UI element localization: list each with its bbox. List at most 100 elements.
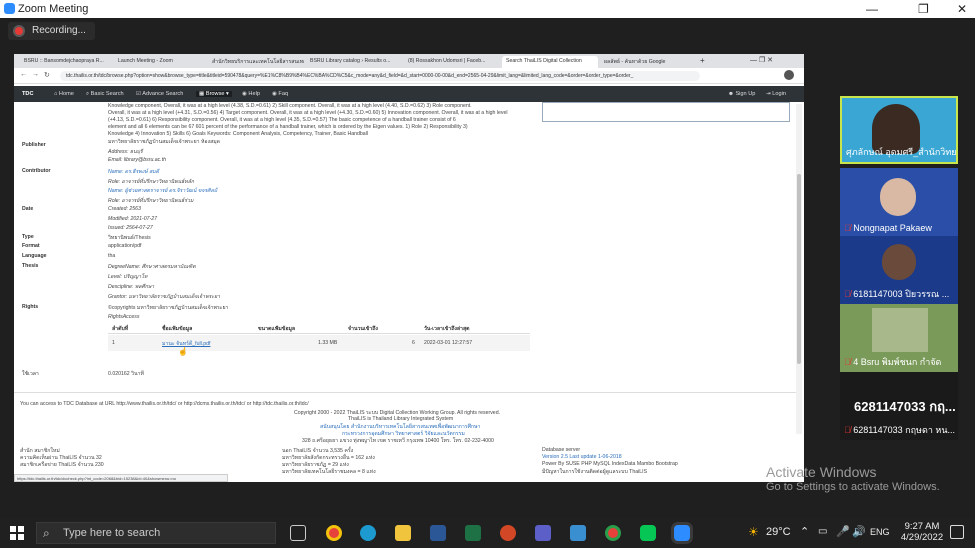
server-contact[interactable]: มีปัญหาในการใช้งานติดต่อผู้ดูแลระบบ Thai… — [542, 468, 647, 476]
forward-icon[interactable]: → — [32, 71, 39, 78]
participant-name-row: 🎙̸ 6281147033 กฤษดา หน... — [844, 423, 955, 437]
cell-order: 1 — [112, 340, 115, 346]
time-value: 0.020162 วินาที — [108, 371, 144, 377]
rights-value: ©copyrights มหาวิทยาลัยราชภัฏบ้านสมเด็จเ… — [108, 305, 229, 311]
date-issued: Issued: 2564-07-27 — [108, 225, 153, 231]
nav-help[interactable]: ◉ Help — [242, 91, 260, 97]
start-icon[interactable] — [10, 526, 24, 540]
server-version[interactable]: Version 2.5 Last update 1-06-2018 — [542, 454, 622, 460]
profile-avatar[interactable] — [784, 70, 794, 80]
chrome-profile-icon[interactable] — [605, 525, 621, 541]
thailis-note: ThaiLIS is Thailand Library Integrated S… — [348, 416, 454, 422]
language-value: tha — [108, 253, 116, 259]
contributor-name-1[interactable]: Name: ดร.ธีรพงษ์ สมดี — [108, 168, 159, 176]
new-tab-icon[interactable]: + — [700, 56, 710, 68]
browser-tab[interactable]: ผลลัพธ์ - ค้นหาด้วย Google — [600, 56, 696, 68]
nav-basic-search[interactable]: ⌕ Basic Search — [86, 91, 124, 98]
browser-tab[interactable]: BSRU Library catalog › Results o... — [306, 56, 402, 68]
status-bar-url: https://tdc.thailis.or.th/tdc/dccheck.ph… — [14, 474, 228, 482]
chrome-icon[interactable] — [326, 525, 342, 541]
mic-muted-icon: 🎙̸ — [844, 289, 854, 299]
col-order: ลำดับที่ — [112, 326, 129, 332]
task-view-icon[interactable] — [290, 525, 306, 541]
tdc-navbar: TDC ⌂ Home ⌕ Basic Search ☑ Advance Sear… — [14, 86, 804, 102]
participant-tile-active-speaker[interactable]: ศุภลักษณ์ อุดมศรี_สำนักวิทยบ... — [840, 96, 958, 164]
taskbar-search[interactable]: ⌕ Type here to search — [36, 522, 276, 544]
clock-date: 4/29/2022 — [900, 532, 944, 543]
nav-browse[interactable]: ▦ Browse ▾ — [196, 91, 232, 97]
contributor-name-2[interactable]: Name: ผู้ช่วยศาสตราจารย์ ดร.จิราวัฒน์ ขจ… — [108, 187, 217, 195]
powerpoint-icon[interactable] — [500, 525, 516, 541]
zoom-window-title: Zoom Meeting — [18, 3, 89, 15]
tdc-brand[interactable]: TDC — [22, 91, 34, 97]
thesis-grantor[interactable]: Grantor: มหาวิทยาลัยราชภัฏบ้านสมเด็จเจ้า… — [108, 293, 220, 301]
date-modified: Modified: 2021-07-27 — [108, 216, 158, 222]
abstract-line: Knowledge 4) Innovation 5) Skills 6) Goa… — [108, 131, 368, 137]
participant-tile[interactable]: 🎙̸ 4 Bsru พิมพ์ชนก กำจัด — [840, 304, 958, 372]
microphone-icon[interactable]: 🎤 — [836, 525, 850, 538]
page-scrollbar[interactable] — [796, 104, 802, 434]
network-icon[interactable]: ▭ — [818, 526, 827, 537]
file-explorer-icon[interactable] — [395, 525, 411, 541]
participant-tile[interactable]: 🎙̸ 6181147003 ปิยวรรณ ... — [840, 236, 958, 304]
participant-video — [872, 308, 928, 352]
close-button[interactable]: ✕ — [957, 2, 967, 16]
browser-tab-strip: BSRU :: Bansomdejchaopraya R... Launch M… — [14, 54, 804, 68]
url-input[interactable]: tdc.thailis.or.th/tdc/browse.php?option=… — [60, 71, 700, 81]
tray-chevron-icon[interactable]: ⌃ — [800, 525, 809, 538]
abstract-line: Knowledge component, Overall, it was at … — [108, 103, 472, 109]
participant-name: Nongnapat Pakaew — [853, 223, 932, 233]
line-icon[interactable] — [640, 525, 656, 541]
participant-name: 6181147003 ปิยวรรณ ... — [853, 289, 950, 299]
scroll-thumb[interactable] — [797, 174, 801, 364]
nav-advance-search[interactable]: ☑ Advance Search — [136, 91, 183, 97]
participant-name: ศุภลักษณ์ อุดมศรี_สำนักวิทยบ... — [846, 147, 958, 157]
nav-home[interactable]: ⌂ Home — [54, 91, 74, 97]
col-access-count: จำนวนเข้าถึง — [348, 326, 378, 332]
mic-muted-icon: 🎙̸ — [844, 357, 854, 367]
notification-icon[interactable] — [950, 525, 964, 539]
activate-title: Activate Windows — [766, 464, 877, 480]
back-icon[interactable]: ← — [20, 71, 27, 78]
minimize-button[interactable]: — — [866, 2, 878, 16]
abstract-line: element and all 6 elements can be 67 601… — [108, 124, 468, 130]
nav-sign-up[interactable]: ☻ Sign Up — [728, 91, 755, 97]
thesis-degree[interactable]: DegreeName: ศึกษาศาสตรมหาบัณฑิต — [108, 263, 196, 271]
browser-tab-active[interactable]: Search ThaiLIS Digital Collection — [502, 56, 598, 68]
teams-icon[interactable] — [535, 525, 551, 541]
nav-faq[interactable]: ◉ Faq — [272, 91, 288, 97]
edge-icon[interactable] — [360, 525, 376, 541]
clock[interactable]: 9:27 AM 4/29/2022 — [900, 521, 944, 543]
thesis-level[interactable]: Level: ปริญญาโท — [108, 273, 147, 281]
rights-access: RightsAccess — [108, 314, 140, 320]
participant-name: 4 Bsru พิมพ์ชนก กำจัด — [853, 357, 942, 367]
recording-indicator[interactable]: Recording... — [8, 22, 95, 40]
rights-label: Rights — [22, 304, 39, 310]
zoom-app-icon[interactable] — [674, 525, 690, 541]
excel-icon[interactable] — [465, 525, 481, 541]
cell-size: 1.33 MB — [318, 340, 338, 346]
browser-tab[interactable]: สำนักวิทยบริการและเทคโนโลยีสารสนเทศ — [208, 56, 304, 68]
table-header: ลำดับที่ ชื่อแฟ้มข้อมูล ขนาดแฟ้มข้อมูล จ… — [108, 322, 530, 334]
publisher-label: Publisher — [22, 142, 46, 148]
participant-big-name: 6281147033 กฤ... — [854, 399, 956, 414]
nav-login[interactable]: ⇥ Login — [766, 91, 786, 97]
volume-icon[interactable]: 🔊 — [852, 525, 866, 538]
access-urls: You can access to TDC Database at URL ht… — [20, 401, 309, 407]
browser-tab[interactable]: BSRU :: Bansomdejchaopraya R... — [20, 56, 112, 68]
word-icon[interactable] — [430, 525, 446, 541]
participant-tile[interactable]: 6281147033 กฤ... 🎙̸ 6281147033 กฤษดา หน.… — [840, 372, 958, 440]
photos-icon[interactable] — [570, 525, 586, 541]
thesis-discipline[interactable]: Descipline: พลศึกษา — [108, 283, 154, 291]
reload-icon[interactable]: ↻ — [44, 71, 50, 79]
restore-button[interactable]: ❐ — [918, 2, 929, 16]
date-label: Date — [22, 206, 34, 212]
browser-window-controls-icon[interactable]: — ❐ ✕ — [750, 56, 800, 68]
language-indicator[interactable]: ENG — [870, 527, 890, 537]
weather-temp[interactable]: 29°C — [766, 526, 791, 538]
stats-col2-4: มหาวิทยาลัยเทคโนโลยีราชมงคล = 8 แห่ง — [282, 469, 376, 475]
browser-tab[interactable]: Launch Meeting - Zoom — [114, 56, 206, 68]
participant-tile[interactable]: 🎙̸ Nongnapat Pakaew — [840, 168, 958, 236]
browser-tab[interactable]: (8) Rossakhon Udomsri | Faceb... — [404, 56, 500, 68]
publisher-email: Email: library@bsru.ac.th — [108, 157, 167, 163]
